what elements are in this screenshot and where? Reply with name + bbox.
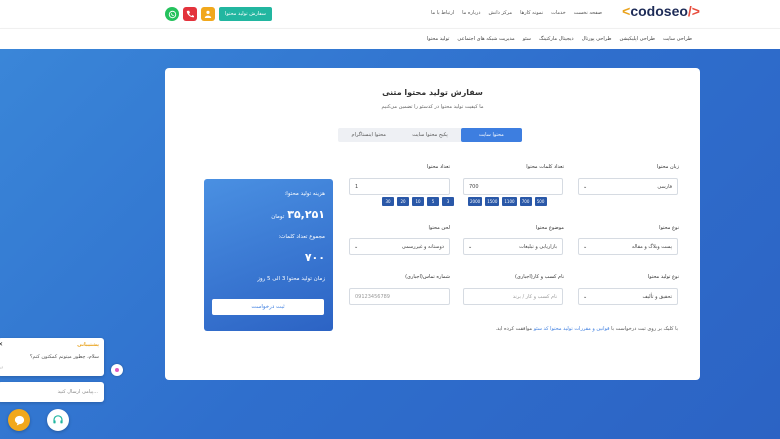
order-form-card: سفارش تولید محتوا متنی ما کیفیت تولید مح…: [165, 68, 700, 380]
word-total-value: ۷۰۰: [304, 251, 325, 264]
chevron-down-icon: ⌄: [583, 244, 588, 250]
qty-chip-5[interactable]: 5: [427, 197, 439, 206]
nav-home[interactable]: صفحه نخست: [574, 10, 602, 16]
chevron-down-icon: ⌄: [354, 244, 359, 250]
phone-placeholder: 09123456789: [355, 293, 390, 300]
chat-notification-dot[interactable]: [111, 364, 123, 376]
tone-select[interactable]: دوستانه و غیررسمی ⌄: [349, 238, 450, 255]
chevron-down-icon: ⌄: [583, 294, 588, 300]
terms-suffix: موافقت کرده اید.: [495, 326, 533, 332]
word-count-label: تعداد کلمات محتوا: [526, 164, 564, 170]
chat-input-placeholder: پیامی ارسال کنید...: [57, 389, 98, 395]
content-tabs: محتوا سایت پکیج محتوا سایت محتوا اینستاگ…: [338, 128, 522, 142]
logo-slash: />: [687, 3, 700, 19]
chevron-down-icon: ⌄: [583, 184, 588, 190]
chat-input[interactable]: پیامی ارسال کنید...: [0, 382, 104, 402]
language-label: زبان محتوا: [657, 164, 679, 170]
chat-time: ۱۶: [0, 365, 4, 370]
cost-value: ۳۵,۲۵۱تومان: [271, 208, 325, 221]
nav-portfolio[interactable]: نمونه کارها: [520, 10, 543, 16]
quantity-label: تعداد محتوا: [426, 164, 450, 170]
word-count-input[interactable]: 700: [463, 178, 563, 195]
submit-request-button[interactable]: ثبت درخواست: [212, 299, 324, 315]
topic-select[interactable]: بازاریابی و تبلیغات ⌄: [463, 238, 563, 255]
chat-title: پشتیبانی: [77, 342, 99, 348]
tab-instagram-content[interactable]: محتوا اینستاگرام: [338, 128, 399, 142]
tab-website-content[interactable]: محتوا سایت: [460, 128, 522, 142]
tone-value: دوستانه و غیررسمی: [401, 243, 444, 250]
main-nav: صفحه نخست خدمات نمونه کارها مرکز دانش در…: [431, 10, 602, 16]
production-type-value: تحقیق و تألیف: [642, 293, 672, 300]
qty-chip-30[interactable]: 30: [382, 197, 394, 206]
topic-label: موضوع محتوا: [535, 225, 564, 231]
services-nav: طراحی سایت طراحی اپلیکیشن طراحی پورتال د…: [0, 28, 780, 49]
content-type-label: نوع محتوا: [659, 225, 679, 231]
cost-unit: تومان: [271, 214, 285, 220]
word-chip-700[interactable]: 700: [519, 197, 532, 206]
nav-services[interactable]: خدمات: [551, 10, 566, 16]
nav-contact[interactable]: ارتباط با ما: [431, 10, 454, 16]
word-chip-1500[interactable]: 1500: [485, 197, 500, 206]
subnav-app-design[interactable]: طراحی اپلیکیشن: [620, 36, 655, 42]
whatsapp-icon[interactable]: [165, 7, 179, 21]
qty-chip-20[interactable]: 20: [397, 197, 409, 206]
delivery-time: زمان تولید محتوا 3 الی 5 روز: [257, 276, 325, 282]
content-type-value: پست وبلاگ و مقاله: [631, 243, 672, 250]
word-chip-2000[interactable]: 2000: [468, 197, 483, 206]
support-headset-icon[interactable]: [47, 409, 69, 431]
subnav-portal-design[interactable]: طراحی پورتال: [582, 36, 612, 42]
business-name-placeholder: نام کسب و کار / برند: [512, 293, 557, 300]
subnav-web-design[interactable]: طراحی سایت: [663, 36, 692, 42]
phone-label: شماره تماس(اجباری): [405, 274, 450, 280]
subnav-digital-marketing[interactable]: دیجیتال مارکتینگ: [539, 36, 574, 42]
word-count-presets: 2000 1500 1100 700 500: [468, 197, 547, 206]
topic-value: بازاریابی و تبلیغات: [519, 243, 557, 250]
tone-label: لحن محتوا: [428, 225, 450, 231]
phone-icon[interactable]: [183, 7, 197, 21]
chevron-down-icon: ⌄: [468, 244, 473, 250]
production-type-label: نوع تولید محتوا: [647, 274, 679, 280]
logo[interactable]: <codoseo/>: [622, 3, 700, 19]
subnav-content[interactable]: تولید محتوا: [427, 36, 450, 42]
tab-website-package[interactable]: پکیج محتوا سایت: [399, 128, 460, 142]
content-type-select[interactable]: پست وبلاگ و مقاله ⌄: [578, 238, 678, 255]
business-name-input[interactable]: نام کسب و کار / برند: [463, 288, 563, 305]
page-title: سفارش تولید محتوا متنی: [382, 88, 483, 97]
chat-popup: پشتیبانی ✕ سلام، چطور میتونم کمکتون کنم؟…: [0, 338, 104, 376]
business-name-label: نام کسب و کار(اجباری): [514, 274, 564, 280]
production-type-select[interactable]: تحقیق و تألیف ⌄: [578, 288, 678, 305]
cost-label: هزینه تولید محتوا:: [284, 191, 325, 197]
qty-chip-3[interactable]: 3: [442, 197, 454, 206]
word-total-label: مجموع تعداد کلمات:: [278, 234, 325, 240]
top-header: <codoseo/> صفحه نخست خدمات نمونه کارها م…: [0, 0, 780, 28]
phone-input[interactable]: 09123456789: [349, 288, 450, 305]
close-icon[interactable]: ✕: [0, 341, 3, 348]
cost-amount: ۳۵,۲۵۱: [287, 208, 325, 221]
word-count-value: 700: [469, 183, 479, 190]
nav-about[interactable]: درباره ما: [462, 10, 480, 16]
terms-text: با کلیک بر روی ثبت درخواست با قوانین و م…: [495, 326, 678, 332]
qty-chip-10[interactable]: 10: [412, 197, 424, 206]
nav-knowledge[interactable]: مرکز دانش: [489, 10, 513, 16]
language-select[interactable]: فارسی ⌄: [578, 178, 678, 195]
order-content-button[interactable]: سفارش تولید محتوا: [219, 7, 272, 21]
page-subtitle: ما کیفیت تولید محتوا در کدسئو را تضمین م…: [381, 104, 484, 110]
price-summary-panel: هزینه تولید محتوا: ۳۵,۲۵۱تومان مجموع تعد…: [204, 179, 333, 331]
word-chip-1100[interactable]: 1100: [502, 197, 517, 206]
user-icon[interactable]: [201, 7, 215, 21]
word-chip-500[interactable]: 500: [534, 197, 547, 206]
quantity-input[interactable]: 1: [349, 178, 450, 195]
logo-text: codoseo: [630, 3, 688, 19]
quantity-presets: 30 20 10 5 3: [382, 197, 454, 206]
quantity-value: 1: [355, 183, 359, 190]
subnav-social-media[interactable]: مدیریت شبکه های اجتماعی: [457, 36, 514, 42]
chat-bubble-icon[interactable]: [8, 409, 30, 431]
terms-prefix: با کلیک بر روی ثبت درخواست با: [611, 326, 678, 332]
subnav-seo[interactable]: سئو: [523, 36, 531, 42]
language-value: فارسی: [657, 183, 672, 190]
terms-link[interactable]: قوانین و مقررات تولید محتوا کد سئو: [534, 326, 610, 332]
chat-message: سلام، چطور میتونم کمکتون کنم؟: [29, 354, 99, 360]
